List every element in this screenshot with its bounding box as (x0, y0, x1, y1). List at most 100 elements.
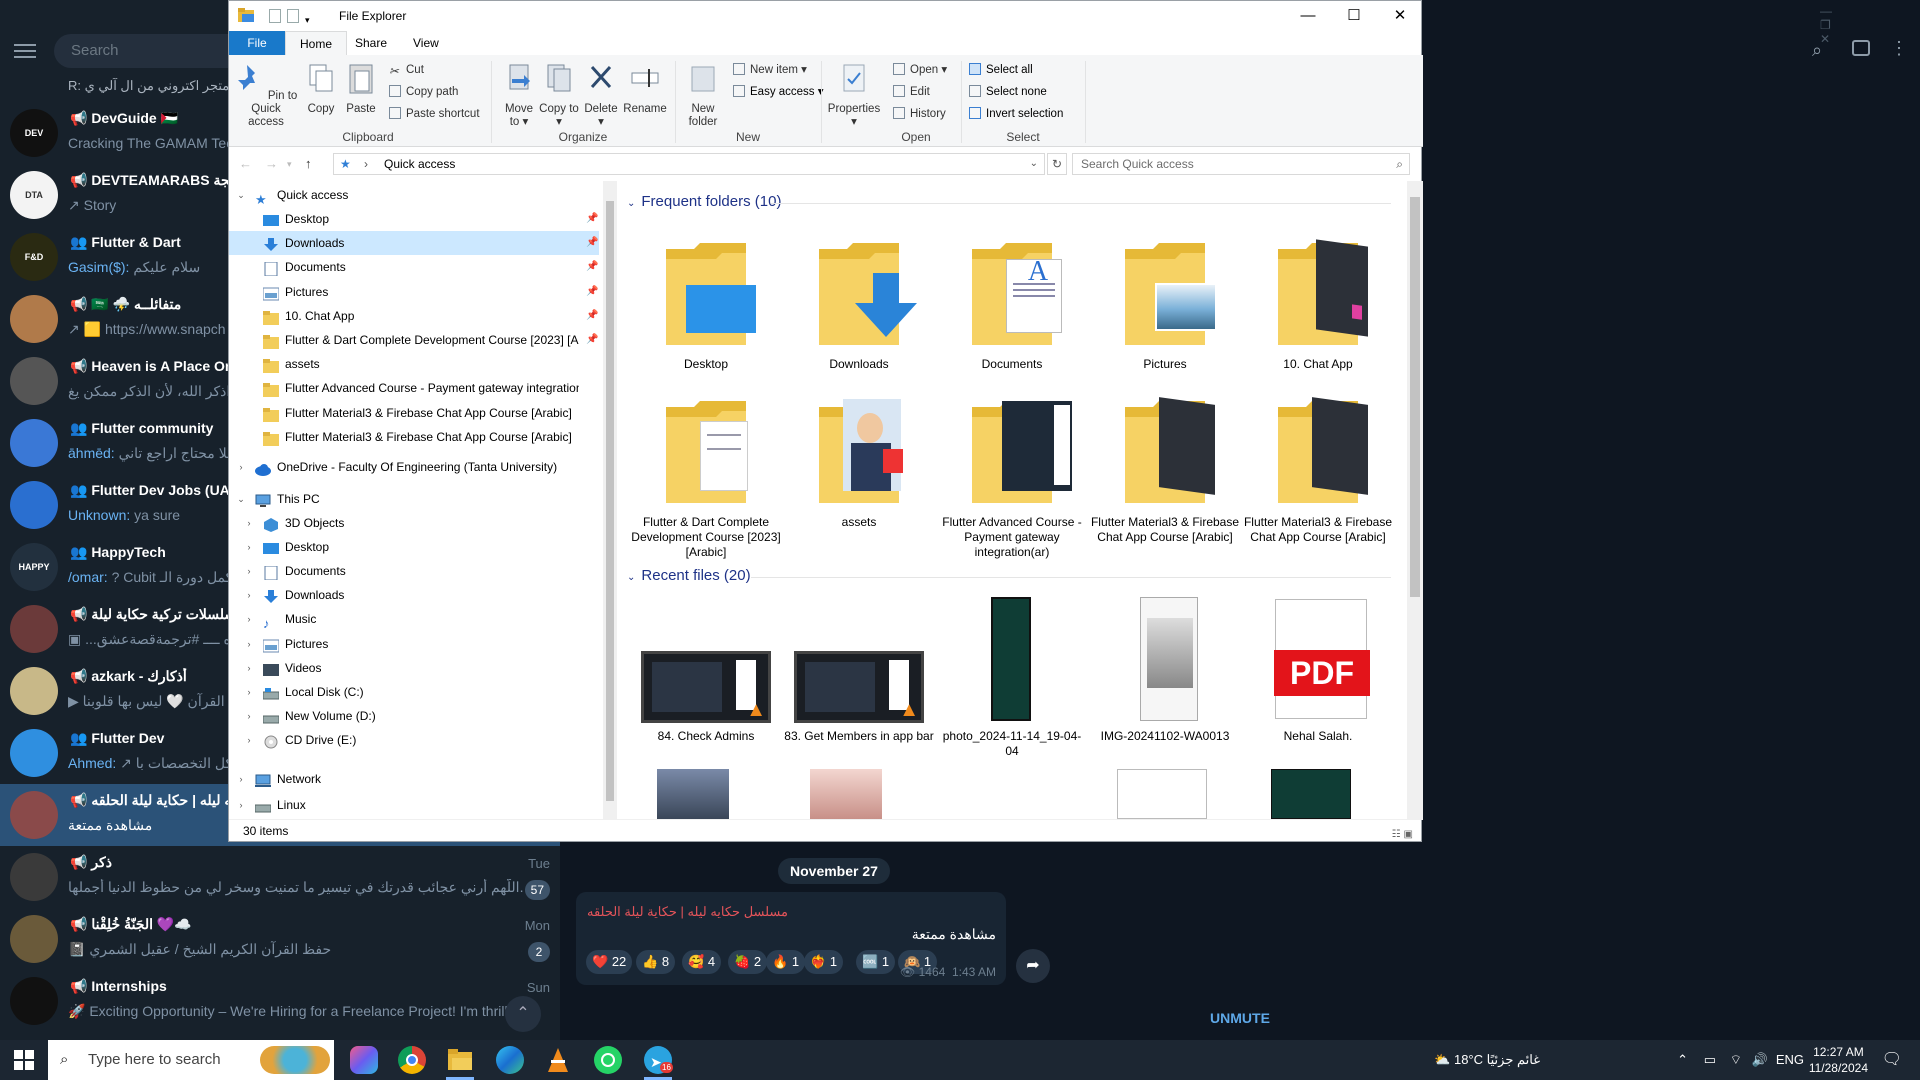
folder-tile[interactable]: Flutter Material3 & Firebase Chat App Co… (1090, 391, 1240, 545)
expand-chevron-icon[interactable]: › (243, 559, 255, 583)
scroll-thumb[interactable] (1410, 197, 1420, 597)
search-icon[interactable]: ⌕ (1812, 40, 1822, 61)
recent-locations-icon[interactable]: ▾ (287, 159, 292, 170)
nav-item[interactable]: Downloads 📌 (229, 231, 599, 256)
chat-list-item[interactable]: 📢 ذكر اللّهم أرني عجائب قدرتك في تيسير ما… (0, 846, 560, 908)
edge-icon[interactable] (496, 1046, 524, 1074)
folder-tile[interactable]: A Documents (937, 233, 1087, 372)
sidebar-toggle-icon[interactable] (1852, 40, 1870, 56)
vlc-icon[interactable] (544, 1046, 572, 1074)
search-input[interactable]: Search Quick access ⌕ (1072, 153, 1410, 175)
properties-button[interactable]: Properties ▾ (827, 61, 881, 129)
recent-file-tile[interactable]: photo_2024-11-14_19-04-04 (937, 595, 1087, 759)
recent-file-thumbnail[interactable] (657, 769, 729, 819)
nav-linux[interactable]: › Linux (229, 793, 599, 817)
easy-access-button[interactable]: Easy access ▾ (733, 83, 824, 101)
delete-button[interactable]: Delete ▾ (581, 61, 621, 129)
chat-list-item[interactable]: 📢 Internships 🚀 Exciting Opportunity – We… (0, 970, 560, 1032)
telegram-taskbar-icon[interactable]: ➤ 16 (644, 1046, 673, 1080)
nav-item[interactable]: › Local Disk (C:) (229, 680, 599, 704)
cut-button[interactable]: ✂ Cut (389, 61, 424, 79)
reaction-chip[interactable]: 🥰 4 (682, 950, 722, 974)
history-button[interactable]: History (893, 105, 946, 123)
expand-chevron-icon[interactable]: › (243, 607, 255, 631)
scroll-thumb[interactable] (606, 201, 614, 801)
address-dropdown-icon[interactable]: ⌄ (1030, 154, 1038, 174)
chat-list-item[interactable]: 📢 الجَنّةُ خُلِقْنا 💜☁️ 📓 حفظ القرآن الكر… (0, 908, 560, 970)
expand-chevron-icon[interactable]: › (243, 704, 255, 728)
collapse-chevron-icon[interactable]: ⌄ (627, 572, 635, 583)
up-icon[interactable]: ↑ (305, 156, 312, 171)
refresh-icon[interactable]: ↻ (1047, 153, 1067, 175)
nav-item[interactable]: › Downloads (229, 583, 599, 607)
folder-tile[interactable]: assets (784, 391, 934, 530)
folder-tile[interactable]: 10. Chat App (1243, 233, 1393, 372)
reaction-chip[interactable]: ❤️‍🔥 1 (804, 950, 844, 974)
tab-view[interactable]: View (399, 31, 453, 55)
expand-chevron-icon[interactable]: › (243, 728, 255, 752)
nav-this-pc[interactable]: ⌄ This PC (229, 487, 599, 511)
nav-quick-access[interactable]: ⌄ ★ Quick access (229, 183, 599, 207)
close-button[interactable]: ✕ (1377, 1, 1423, 31)
windows-start-icon[interactable] (14, 1050, 34, 1070)
channel-message[interactable]: مسلسل حكايه ليله | حكاية ليلة الحلقه مشا… (576, 892, 1006, 985)
collapse-chevron-icon[interactable]: ⌄ (627, 198, 635, 209)
paste-shortcut-button[interactable]: Paste shortcut (389, 105, 480, 123)
folder-tile[interactable]: Flutter & Dart Complete Development Cour… (631, 391, 781, 560)
expanded-chevron-icon[interactable]: ⌄ (235, 183, 247, 207)
edit-button[interactable]: Edit (893, 83, 930, 101)
recent-file-tile[interactable]: ▲ 83. Get Members in app bar (784, 595, 934, 744)
battery-icon[interactable]: ▭ (1704, 1040, 1716, 1080)
chrome-icon[interactable] (398, 1046, 426, 1074)
more-options-icon[interactable]: ⋮ (1890, 38, 1908, 59)
nav-network[interactable]: › Network (229, 767, 599, 791)
nav-item[interactable]: Pictures 📌 (229, 280, 599, 304)
language-indicator[interactable]: ENG (1776, 1040, 1804, 1080)
nav-item[interactable]: › New Volume (D:) (229, 704, 599, 728)
nav-item[interactable]: › Desktop (229, 535, 599, 559)
recent-file-thumbnail[interactable] (1117, 769, 1207, 819)
file-explorer-taskbar-icon[interactable] (446, 1046, 474, 1080)
nav-item[interactable]: › Pictures (229, 632, 599, 656)
nav-item[interactable]: Documents 📌 (229, 255, 599, 279)
quick-access-toolbar[interactable]: ▾ (269, 9, 319, 29)
reaction-chip[interactable]: ❤️ 22 (586, 950, 633, 974)
copilot-icon[interactable] (350, 1046, 378, 1074)
folder-tile[interactable]: Flutter Advanced Course - Payment gatewa… (937, 391, 1087, 560)
recent-files-header[interactable]: ⌄ Recent files (20) (627, 567, 751, 584)
expanded-chevron-icon[interactable]: ⌄ (235, 487, 247, 511)
folder-tile[interactable]: Pictures (1090, 233, 1240, 372)
wifi-icon[interactable]: ⌔ (1730, 1040, 1742, 1080)
reaction-chip[interactable]: 🔥 1 (766, 950, 806, 974)
folder-tile[interactable]: Desktop (631, 233, 781, 372)
share-button[interactable]: ➦ (1016, 949, 1050, 983)
expand-chevron-icon[interactable]: › (243, 680, 255, 704)
select-all-button[interactable]: Select all (969, 61, 1033, 79)
nav-item[interactable]: Flutter Material3 & Firebase Chat App Co… (229, 425, 599, 449)
folder-tile[interactable]: Downloads (784, 233, 934, 372)
expand-chevron-icon[interactable]: › (243, 656, 255, 680)
recent-file-tile[interactable]: ▲ 84. Check Admins (631, 595, 781, 744)
nav-item[interactable]: › ♪ Music (229, 607, 599, 631)
whatsapp-icon[interactable] (594, 1046, 622, 1074)
volume-icon[interactable]: 🔊 (1752, 1040, 1768, 1080)
show-hidden-icons-icon[interactable]: ⌃ (1677, 1040, 1688, 1080)
recent-file-thumbnail[interactable] (1271, 769, 1351, 819)
nav-onedrive[interactable]: › OneDrive - Faculty Of Engineering (Tant… (229, 455, 599, 479)
properties-qa-icon[interactable] (269, 9, 281, 23)
nav-item[interactable]: Flutter Material3 & Firebase Chat App Co… (229, 401, 599, 425)
recent-file-tile[interactable]: PDF Nehal Salah. (1243, 595, 1393, 744)
navigation-scrollbar[interactable] (603, 181, 617, 819)
view-toggle-icons[interactable]: ☷ ▣ (1392, 824, 1413, 846)
nav-item[interactable]: assets (229, 352, 599, 376)
expand-chevron-icon[interactable]: › (243, 632, 255, 656)
forward-icon[interactable]: → (265, 156, 278, 171)
copy-path-button[interactable]: Copy path (389, 83, 458, 101)
expand-chevron-icon[interactable]: › (235, 767, 247, 791)
nav-item[interactable]: Flutter & Dart Complete Development Cour… (229, 328, 599, 352)
expand-chevron-icon[interactable]: › (243, 583, 255, 607)
minimize-button[interactable]: — (1285, 1, 1331, 31)
tab-file[interactable]: File (229, 31, 285, 55)
folder-tile[interactable]: Flutter Material3 & Firebase Chat App Co… (1243, 391, 1393, 545)
nav-item[interactable]: 10. Chat App 📌 (229, 304, 599, 328)
